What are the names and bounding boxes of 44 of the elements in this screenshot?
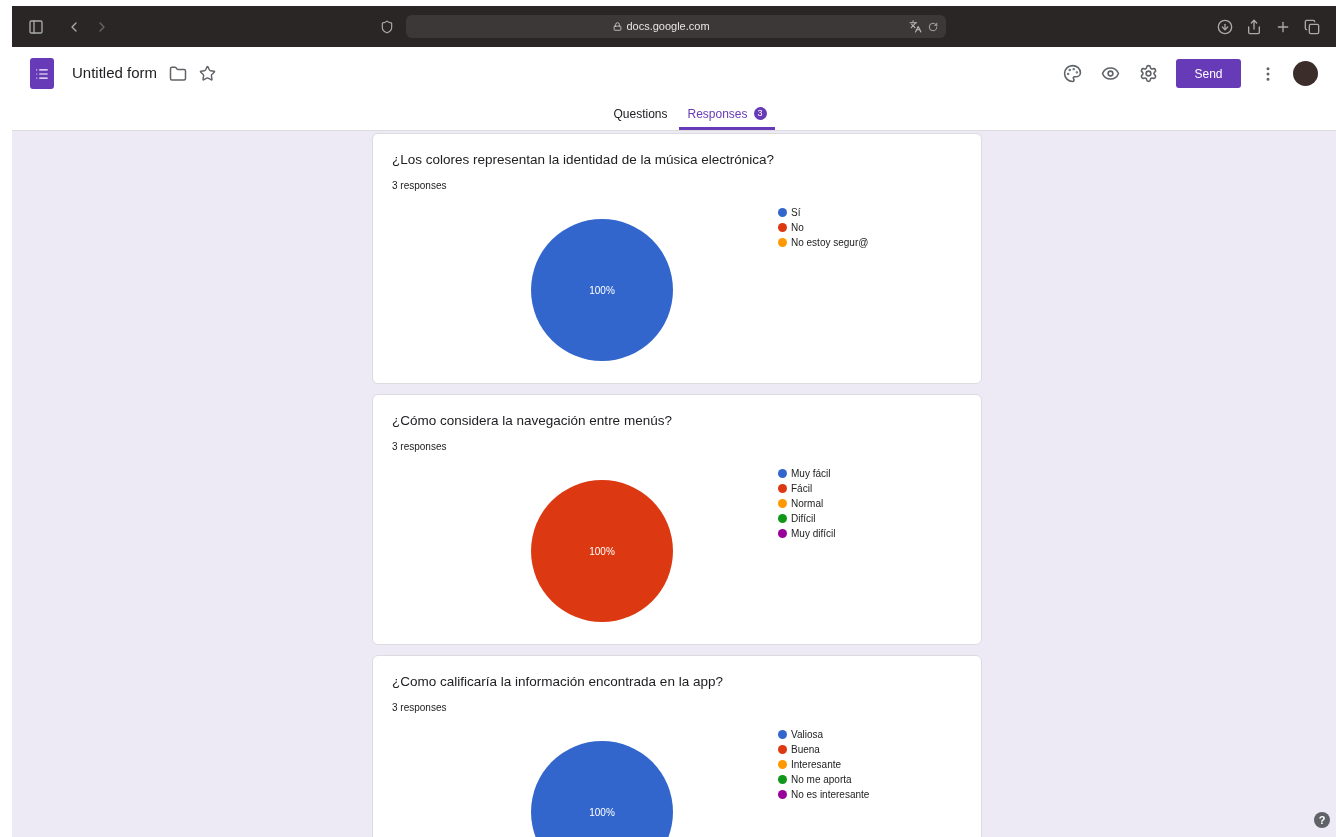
translate-icon[interactable] [909,20,922,33]
response-count: 3 responses [392,701,448,716]
url-text: docs.google.com [626,19,710,35]
palette-icon[interactable] [1063,64,1082,83]
lock-icon [613,22,623,31]
tab[interactable]: Questions [605,100,676,130]
sidebar-icon[interactable] [28,18,44,35]
shield-icon[interactable] [380,19,394,34]
legend-label: No estoy segur@ [791,236,869,251]
question-title: ¿Como calificaría la información encontrada en la app? [392,673,724,691]
avatar[interactable] [1293,61,1318,86]
legend-label: Valiosa [791,728,824,743]
reload-icon[interactable] [928,21,938,32]
help-button[interactable]: ? [1314,812,1330,828]
legend-label: No me aporta [791,773,852,788]
legend-label: Muy fácil [791,467,831,482]
legend-label: Buena [791,743,820,758]
legend-label: Normal [791,497,824,512]
tabs-icon[interactable] [1304,18,1320,35]
legend-label: Muy difícil [791,527,836,542]
response-count: 3 responses [392,179,448,194]
legend-label: Fácil [791,482,813,497]
settings-icon[interactable] [1139,64,1158,83]
legend-label: Difícil [791,512,816,527]
folder-icon[interactable] [169,64,188,83]
question-title: ¿Cómo considera la navegación entre menús? [392,412,673,430]
count-badge: 3 [753,107,767,120]
response-count: 3 responses [392,440,448,455]
form-title[interactable]: Untitled form [72,62,158,85]
legend-label: Interesante [791,758,842,773]
legend-label: Sí [791,206,801,221]
forms-logo-icon[interactable] [30,58,54,89]
legend-label: No es interesante [791,788,870,803]
download-icon[interactable] [1217,18,1233,35]
percent-label: 100% [589,807,615,819]
send-button[interactable]: Send [1176,59,1241,88]
question-title: ¿Los colores representan la identidad de la música electrónica? [392,151,775,169]
percent-label: 100% [589,285,615,297]
legend-label: No [791,221,804,236]
star-icon[interactable] [199,65,217,82]
address-bar[interactable]: docs.google.com [406,15,946,38]
preview-icon[interactable] [1101,64,1120,83]
percent-label: 100% [589,546,615,558]
share-icon[interactable] [1246,18,1262,35]
